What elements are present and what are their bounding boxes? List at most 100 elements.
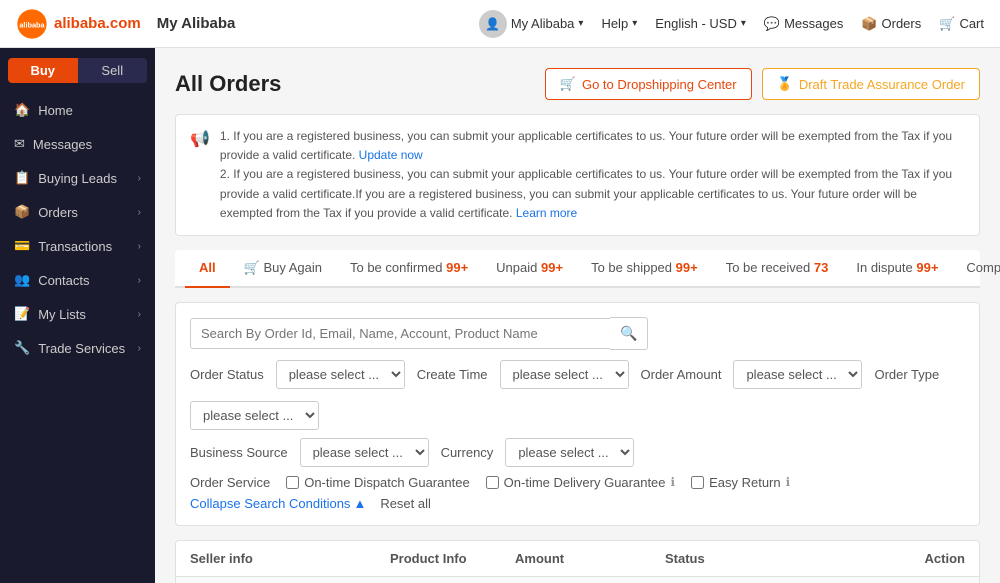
messages-sidebar-icon: ✉ — [14, 136, 25, 152]
easy-return-info-icon: ℹ — [786, 475, 791, 489]
sidebar: Buy Sell 🏠 Home ✉ Messages 📋 Buying Lead… — [0, 48, 155, 583]
svg-text:alibaba: alibaba — [19, 20, 45, 29]
buying-leads-chevron-icon: › — [138, 173, 141, 184]
page-header: All Orders 🛒 Go to Dropshipping Center 🏅… — [175, 68, 980, 100]
trade-services-icon: 🔧 — [14, 340, 30, 356]
create-time-label: Create Time — [417, 367, 488, 382]
page-title: All Orders — [175, 71, 281, 97]
sidebar-item-buying-leads[interactable]: 📋 Buying Leads › — [0, 161, 155, 195]
transactions-chevron-icon: › — [138, 241, 141, 252]
search-row: 🔍 — [190, 317, 965, 350]
search-input[interactable] — [190, 318, 610, 349]
sidebar-item-contacts[interactable]: 👥 Contacts › — [0, 263, 155, 297]
sidebar-item-orders[interactable]: 📦 Orders › — [0, 195, 155, 229]
order-meta-1: 🏅 Order No.139125707501026709 | 2022-04-… — [176, 577, 979, 583]
contacts-chevron-icon: › — [138, 275, 141, 286]
collapse-search-link[interactable]: Collapse Search Conditions ▲ — [190, 496, 366, 511]
order-status-label: Order Status — [190, 367, 264, 382]
collapse-arrow-icon: ▲ — [353, 496, 366, 511]
contacts-icon: 👥 — [14, 272, 30, 288]
nav-help[interactable]: Help ▾ — [601, 16, 637, 31]
nav-messages[interactable]: 💬 Messages — [764, 16, 843, 32]
tab-to-be-confirmed[interactable]: To be confirmed 99+ — [336, 250, 482, 288]
transactions-icon: 💳 — [14, 238, 30, 254]
tab-completed-closed[interactable]: Completed/Closed 99+ — [952, 250, 1000, 288]
on-time-delivery-info-icon: ℹ — [671, 475, 676, 489]
checkbox-row: Order Service On-time Dispatch Guarantee… — [190, 475, 965, 490]
on-time-delivery-input[interactable] — [486, 476, 499, 489]
main-content: All Orders 🛒 Go to Dropshipping Center 🏅… — [155, 48, 1000, 583]
language-chevron-icon: ▾ — [741, 18, 746, 29]
nav-cart[interactable]: 🛒 Cart — [939, 16, 984, 32]
orders-table: Seller info Product Info Amount Status A… — [175, 540, 980, 583]
sidebar-item-my-lists[interactable]: 📝 My Lists › — [0, 297, 155, 331]
cart-icon: 🛒 — [939, 16, 955, 32]
draft-trade-assurance-button[interactable]: 🏅 Draft Trade Assurance Order — [762, 68, 980, 100]
order-service-label: Order Service — [190, 475, 270, 490]
order-type-select[interactable]: please select ... — [190, 401, 319, 430]
filter-row-2: Business Source please select ... Curren… — [190, 438, 965, 467]
col-product-info: Product Info — [390, 551, 515, 566]
col-seller-info: Seller info — [190, 551, 390, 566]
filter-box: 🔍 Order Status please select ... Create … — [175, 302, 980, 526]
on-time-delivery-checkbox[interactable]: On-time Delivery Guarantee ℹ — [486, 475, 675, 490]
tab-in-dispute[interactable]: In dispute 99+ — [842, 250, 952, 288]
sell-tab-button[interactable]: Sell — [78, 58, 148, 83]
currency-select[interactable]: please select ... — [505, 438, 634, 467]
order-amount-label: Order Amount — [641, 367, 722, 382]
user-avatar: 👤 — [479, 10, 507, 38]
col-action: Action — [845, 551, 965, 566]
buying-leads-icon: 📋 — [14, 170, 30, 186]
notice-text: 1. If you are a registered business, you… — [220, 127, 965, 223]
order-amount-select[interactable]: please select ... — [733, 360, 862, 389]
business-source-select[interactable]: please select ... — [300, 438, 429, 467]
col-amount: Amount — [515, 551, 665, 566]
orders-icon: 📦 — [861, 16, 877, 32]
nav-orders[interactable]: 📦 Orders — [861, 16, 921, 32]
table-header: Seller info Product Info Amount Status A… — [176, 541, 979, 577]
filter-row-1: Order Status please select ... Create Ti… — [190, 360, 965, 430]
search-button[interactable]: 🔍 — [610, 317, 648, 350]
order-tabs: All 🛒 Buy Again To be confirmed 99+ Unpa… — [175, 250, 980, 288]
buy-tab-button[interactable]: Buy — [8, 58, 78, 83]
on-time-dispatch-input[interactable] — [286, 476, 299, 489]
tab-to-be-received[interactable]: To be received 73 — [712, 250, 843, 288]
business-source-label: Business Source — [190, 445, 288, 460]
reset-all-link[interactable]: Reset all — [380, 496, 431, 511]
tab-unpaid[interactable]: Unpaid 99+ — [482, 250, 577, 288]
dropship-icon: 🛒 — [560, 76, 576, 92]
nav-page-title: My Alibaba — [157, 15, 236, 32]
nav-site-title: alibaba.com — [54, 15, 141, 32]
orders-chevron-icon: › — [138, 207, 141, 218]
top-navigation: alibaba alibaba.com My Alibaba 👤 My Alib… — [0, 0, 1000, 48]
nav-my-alibaba[interactable]: 👤 My Alibaba ▾ — [479, 10, 584, 38]
collapse-row: Collapse Search Conditions ▲ Reset all — [190, 496, 965, 511]
page-header-actions: 🛒 Go to Dropshipping Center 🏅 Draft Trad… — [545, 68, 980, 100]
easy-return-checkbox[interactable]: Easy Return ℹ — [691, 475, 790, 490]
trade-services-chevron-icon: › — [138, 343, 141, 354]
sidebar-item-transactions[interactable]: 💳 Transactions › — [0, 229, 155, 263]
sidebar-item-home[interactable]: 🏠 Home — [0, 93, 155, 127]
sidebar-item-trade-services[interactable]: 🔧 Trade Services › — [0, 331, 155, 365]
learn-more-link[interactable]: Learn more — [516, 206, 577, 220]
tab-to-be-shipped[interactable]: To be shipped 99+ — [577, 250, 712, 288]
nav-right-actions: 👤 My Alibaba ▾ Help ▾ English - USD ▾ 💬 … — [479, 10, 984, 38]
tab-buy-again[interactable]: 🛒 Buy Again — [230, 250, 336, 288]
notice-icon: 📢 — [190, 129, 210, 223]
trade-assurance-icon: 🏅 — [777, 76, 793, 92]
sidebar-item-messages[interactable]: ✉ Messages — [0, 127, 155, 161]
my-lists-icon: 📝 — [14, 306, 30, 322]
create-time-select[interactable]: please select ... — [500, 360, 629, 389]
buy-sell-toggle: Buy Sell — [8, 58, 147, 83]
easy-return-input[interactable] — [691, 476, 704, 489]
nav-language[interactable]: English - USD ▾ — [655, 16, 746, 31]
order-type-label: Order Type — [874, 367, 939, 382]
logo[interactable]: alibaba alibaba.com — [16, 8, 141, 40]
currency-label: Currency — [441, 445, 494, 460]
tab-all[interactable]: All — [185, 250, 230, 288]
on-time-dispatch-checkbox[interactable]: On-time Dispatch Guarantee — [286, 475, 469, 490]
col-status: Status — [665, 551, 845, 566]
update-now-link[interactable]: Update now — [359, 148, 423, 162]
order-status-select[interactable]: please select ... — [276, 360, 405, 389]
go-to-dropshipping-button[interactable]: 🛒 Go to Dropshipping Center — [545, 68, 752, 100]
